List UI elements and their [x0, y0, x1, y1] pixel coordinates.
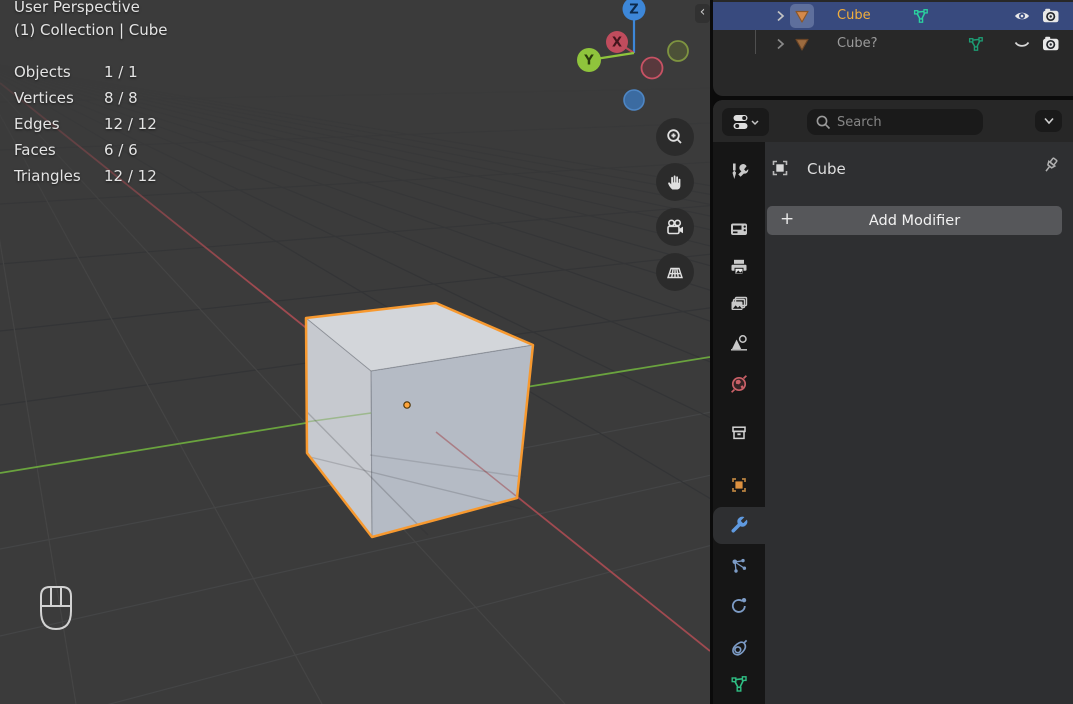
toggle-projection-grid-icon	[667, 267, 683, 279]
stat-vertices: Vertices 8 / 8	[14, 89, 138, 107]
view-layer-images-icon	[731, 296, 748, 310]
collection-box-icon	[732, 426, 746, 440]
expand-chevron-icon[interactable]	[770, 34, 790, 54]
editor-type-button[interactable]	[722, 108, 769, 136]
mesh-data-icon	[731, 676, 747, 692]
breadcrumb-object-name: Cube	[807, 160, 846, 178]
modifier-wrench-icon	[731, 516, 748, 533]
world-globe-icon	[731, 375, 747, 393]
add-modifier-button[interactable]: + Add Modifier	[767, 206, 1062, 235]
navigation-axis-gizmo[interactable]: Z X Y	[575, 0, 700, 120]
constraints-icon	[732, 639, 748, 656]
blender-window: User Perspective (1) Collection | Cube O…	[0, 0, 1073, 704]
mesh-object-triangle-icon[interactable]	[792, 34, 812, 54]
tab-world[interactable]	[713, 366, 765, 402]
render-camera-back-icon	[731, 223, 747, 235]
expand-chevron-icon[interactable]	[770, 6, 790, 26]
mesh-object-triangle-icon[interactable]	[792, 6, 812, 26]
camera-view-button[interactable]	[656, 208, 694, 246]
tab-collection[interactable]	[713, 415, 765, 451]
projection-toggle-button[interactable]	[656, 253, 694, 291]
pin-icon[interactable]	[1039, 155, 1061, 179]
outliner-panel[interactable]: Cube Cube?	[713, 0, 1073, 96]
object-breadcrumb-icon	[769, 157, 791, 179]
eye-open-icon[interactable]	[1012, 6, 1032, 26]
camera-render-icon[interactable]	[1041, 6, 1061, 26]
tab-render[interactable]	[713, 211, 765, 247]
chevron-down-icon	[1043, 117, 1054, 125]
particles-icon	[732, 558, 747, 573]
eye-closed-icon[interactable]	[1012, 34, 1032, 54]
tab-output[interactable]	[713, 249, 765, 285]
output-printer-icon	[731, 259, 747, 275]
search-icon	[816, 115, 831, 130]
gizmo-axis-neg-z[interactable]	[623, 89, 645, 111]
camera-render-icon[interactable]	[1041, 34, 1061, 54]
camera-view-icon	[667, 219, 683, 235]
outliner-row-cube[interactable]: Cube	[713, 2, 1073, 30]
tab-tool[interactable]	[713, 154, 765, 190]
tab-particles[interactable]	[713, 548, 765, 584]
zoom-icon	[667, 129, 682, 144]
svg-text:Z: Z	[629, 3, 638, 18]
properties-header	[713, 100, 1073, 142]
tool-icon	[732, 163, 749, 179]
gizmo-axis-neg-x[interactable]	[640, 56, 664, 80]
tab-scene[interactable]	[713, 325, 765, 361]
stat-objects: Objects 1 / 1	[14, 63, 138, 81]
header-menu-button[interactable]	[1035, 110, 1062, 132]
outliner-object-name[interactable]: Cube	[837, 2, 871, 30]
object-properties-icon	[732, 478, 746, 492]
mesh-data-icon[interactable]	[911, 6, 931, 26]
sidebar-collapse-arrow[interactable]: ‹	[695, 4, 710, 23]
stat-edges: Edges 12 / 12	[14, 115, 157, 133]
scene-icon	[731, 335, 747, 351]
pan-hand-icon	[668, 175, 681, 190]
gizmo-axis-neg-y[interactable]	[667, 40, 689, 62]
viewport-statistics: Objects 1 / 1 Vertices 8 / 8 Edges 12 / …	[14, 63, 204, 193]
mesh-data-icon[interactable]	[966, 34, 986, 54]
outliner-object-name[interactable]: Cube?	[837, 30, 877, 58]
stat-faces: Faces 6 / 6	[14, 141, 138, 159]
mouse-buttons-icon	[40, 586, 72, 631]
tab-view-layer[interactable]	[713, 287, 765, 323]
add-modifier-label: Add Modifier	[868, 212, 961, 229]
viewport-context-label: (1) Collection | Cube	[14, 21, 168, 39]
tab-object-data[interactable]	[713, 666, 765, 702]
plus-icon: +	[780, 209, 795, 229]
properties-editor-icon	[733, 115, 759, 129]
right-panel-column: Cube Cube? Search Cube + Add Modifier	[710, 0, 1073, 704]
tab-object[interactable]	[713, 467, 765, 503]
tab-constraints[interactable]	[713, 630, 765, 666]
zoom-button[interactable]	[656, 118, 694, 156]
chevron-down-icon	[750, 120, 759, 126]
properties-editor: Cube + Add Modifier	[713, 100, 1073, 704]
viewport-perspective-label: User Perspective	[14, 0, 140, 16]
object-origin-dot	[403, 401, 411, 409]
properties-tab-strip	[713, 142, 765, 704]
svg-text:Y: Y	[583, 54, 594, 69]
3d-viewport[interactable]: User Perspective (1) Collection | Cube O…	[0, 0, 710, 704]
cube-right-face	[371, 345, 533, 537]
tab-physics[interactable]	[713, 587, 765, 623]
svg-text:X: X	[612, 36, 622, 51]
tab-modifiers[interactable]	[713, 507, 765, 543]
search-input[interactable]	[835, 110, 979, 134]
outliner-row-cube2[interactable]: Cube?	[713, 30, 1073, 58]
stat-triangles: Triangles 12 / 12	[14, 167, 157, 185]
physics-orbit-icon	[731, 598, 747, 613]
pan-button[interactable]	[656, 163, 694, 201]
search-field[interactable]	[807, 109, 983, 135]
